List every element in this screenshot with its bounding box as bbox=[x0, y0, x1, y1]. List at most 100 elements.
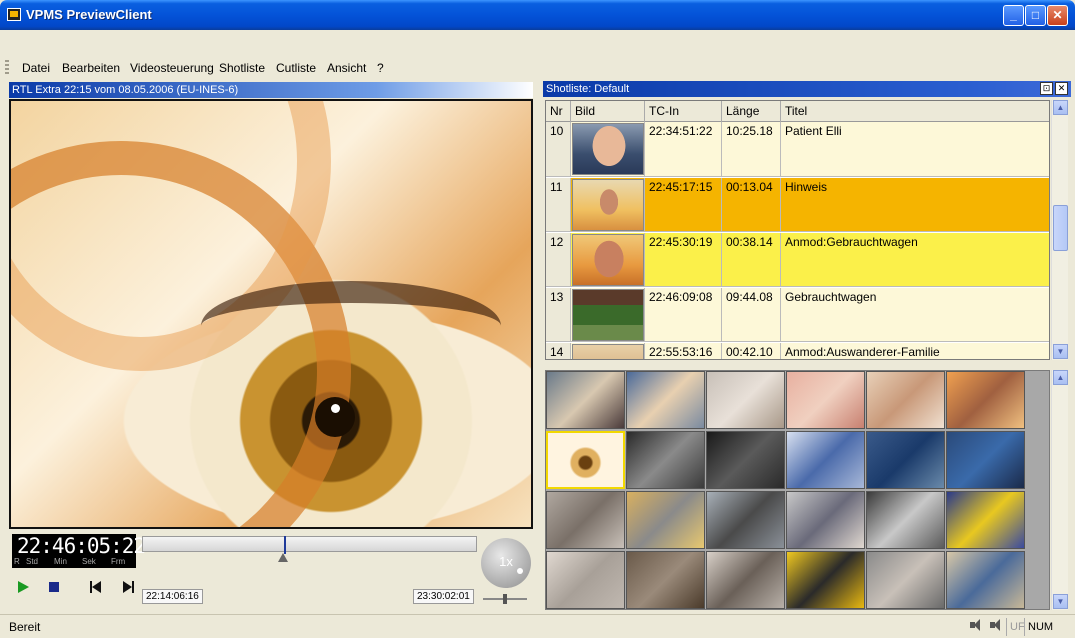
title-bar[interactable]: VPMS PreviewClient _ □ ✕ bbox=[0, 0, 1075, 30]
skip-forward-icon bbox=[122, 581, 134, 593]
status-bar: Bereit UF NUM bbox=[0, 614, 1075, 638]
table-row-highlighted[interactable]: 12 22:45:30:19 00:38.14 Anmod:Gebrauchtw… bbox=[546, 233, 1049, 287]
speaker-muted-icon[interactable] bbox=[988, 618, 1004, 632]
row-nr: 12 bbox=[546, 233, 571, 286]
shotlist-scrollbar[interactable]: ▲ ▼ bbox=[1051, 100, 1068, 360]
position-marker bbox=[284, 536, 286, 554]
cut-thumbnail[interactable] bbox=[866, 491, 945, 549]
cut-thumbnail[interactable] bbox=[946, 371, 1025, 429]
next-button[interactable] bbox=[117, 576, 139, 598]
cut-thumbnail[interactable] bbox=[786, 371, 865, 429]
cut-thumbnail[interactable] bbox=[626, 551, 705, 609]
cut-thumbnail[interactable] bbox=[706, 431, 785, 489]
start-time: 22:14:06:16 bbox=[142, 589, 203, 604]
scroll-down-icon[interactable]: ▼ bbox=[1053, 344, 1068, 359]
position-slider-thumb[interactable] bbox=[278, 553, 288, 562]
speaker-icon[interactable] bbox=[968, 618, 984, 632]
shotlist-panel-title: Shotliste: Default ⊡ ✕ bbox=[543, 81, 1071, 97]
cut-thumbnail[interactable] bbox=[706, 371, 785, 429]
speed-knob[interactable]: 1x bbox=[481, 538, 531, 588]
column-tc-in[interactable]: TC-In bbox=[645, 101, 722, 122]
row-laenge: 00:38.14 bbox=[722, 233, 781, 286]
skip-back-icon bbox=[90, 581, 102, 593]
menu-help[interactable]: ? bbox=[377, 61, 384, 75]
row-tc-in: 22:46:09:08 bbox=[645, 288, 722, 341]
scroll-up-icon[interactable]: ▲ bbox=[1053, 370, 1068, 385]
cut-thumbnail[interactable] bbox=[946, 551, 1025, 609]
shot-thumbnail bbox=[572, 289, 644, 341]
cut-thumbnail[interactable] bbox=[626, 431, 705, 489]
scroll-down-icon[interactable]: ▼ bbox=[1053, 594, 1068, 609]
shotlist-pin-button[interactable]: ⊡ bbox=[1040, 82, 1053, 95]
shotlist-scroll-thumb[interactable] bbox=[1053, 205, 1068, 251]
close-button[interactable]: ✕ bbox=[1047, 5, 1068, 26]
cut-thumbnail[interactable] bbox=[866, 551, 945, 609]
menu-bearbeiten[interactable]: Bearbeiten bbox=[62, 61, 120, 75]
column-bild[interactable]: Bild bbox=[571, 101, 645, 122]
cut-thumbnail[interactable] bbox=[866, 431, 945, 489]
shot-thumbnail bbox=[572, 123, 644, 175]
speed-label: 1x bbox=[499, 554, 513, 569]
window-title: VPMS PreviewClient bbox=[26, 7, 152, 22]
row-tc-in: 22:34:51:22 bbox=[645, 122, 722, 176]
cut-thumbnail[interactable] bbox=[546, 371, 625, 429]
shotlist-title-text: Shotliste: Default bbox=[546, 83, 630, 95]
column-laenge[interactable]: Länge bbox=[722, 101, 781, 122]
minimize-button[interactable]: _ bbox=[1003, 5, 1024, 26]
video-player[interactable] bbox=[9, 99, 533, 529]
maximize-button[interactable]: □ bbox=[1025, 5, 1046, 26]
toolbar-grip-icon[interactable] bbox=[5, 60, 9, 76]
menu-videosteuerung[interactable]: Videosteuerung bbox=[130, 61, 214, 75]
row-titel: Anmod:Gebrauchtwagen bbox=[785, 235, 918, 249]
video-frame-image bbox=[11, 101, 531, 527]
speed-knob-dot bbox=[517, 568, 523, 574]
table-row[interactable]: 13 22:46:09:08 09:44.08 Gebrauchtwagen bbox=[546, 288, 1049, 342]
cut-thumbnail-selected[interactable] bbox=[546, 431, 625, 489]
row-laenge: 00:42.10 bbox=[722, 343, 781, 359]
table-row-selected[interactable]: 11 22:45:17:15 00:13.04 Hinweis bbox=[546, 178, 1049, 232]
menu-datei[interactable]: Datei bbox=[22, 61, 50, 75]
play-button[interactable] bbox=[12, 576, 34, 598]
cut-thumbnail[interactable] bbox=[546, 551, 625, 609]
position-slider[interactable] bbox=[142, 536, 477, 554]
table-row[interactable]: 10 22:34:51:22 10:25.18 Patient Elli bbox=[546, 122, 1049, 177]
scroll-up-icon[interactable]: ▲ bbox=[1053, 100, 1068, 115]
cut-thumbnail[interactable] bbox=[946, 431, 1025, 489]
column-titel[interactable]: Titel bbox=[781, 101, 1049, 122]
menu-shotliste[interactable]: Shotliste bbox=[219, 61, 265, 75]
stop-button[interactable] bbox=[43, 576, 65, 598]
status-num: NUM bbox=[1024, 618, 1056, 636]
cutgrid-scrollbar[interactable]: ▲ ▼ bbox=[1051, 370, 1068, 610]
stop-icon bbox=[49, 582, 59, 592]
shot-thumbnail bbox=[572, 179, 644, 231]
volume-slider[interactable] bbox=[483, 594, 527, 604]
cut-thumbnail[interactable] bbox=[706, 551, 785, 609]
volume-slider-thumb[interactable] bbox=[503, 594, 507, 604]
end-time: 23:30:02:01 bbox=[413, 589, 474, 604]
cut-thumbnail[interactable] bbox=[946, 491, 1025, 549]
column-nr[interactable]: Nr bbox=[546, 101, 571, 122]
menu-bar: Datei Bearbeiten Videosteuerung Shotlist… bbox=[0, 58, 1075, 78]
cut-thumbnail[interactable] bbox=[786, 551, 865, 609]
row-nr: 13 bbox=[546, 288, 571, 341]
cut-thumbnail[interactable] bbox=[626, 491, 705, 549]
previous-button[interactable] bbox=[86, 576, 108, 598]
shotlist-close-button[interactable]: ✕ bbox=[1055, 82, 1068, 95]
cut-thumbnail[interactable] bbox=[546, 491, 625, 549]
menu-cutliste[interactable]: Cutliste bbox=[276, 61, 316, 75]
timecode-display: 22:46:05:22 R Std Min Sek Frm bbox=[12, 534, 146, 568]
cut-thumbnail[interactable] bbox=[706, 491, 785, 549]
shot-thumbnail bbox=[572, 234, 644, 286]
cut-thumbnail[interactable] bbox=[626, 371, 705, 429]
cut-grid[interactable] bbox=[545, 370, 1050, 610]
menu-ansicht[interactable]: Ansicht bbox=[327, 61, 366, 75]
row-nr: 11 bbox=[546, 178, 571, 231]
row-titel: Hinweis bbox=[785, 180, 828, 194]
shotlist-table[interactable]: Nr Bild TC-In Länge Titel 10 22:34:51:22… bbox=[545, 100, 1050, 360]
cut-thumbnail[interactable] bbox=[786, 491, 865, 549]
cut-thumbnail[interactable] bbox=[866, 371, 945, 429]
cut-thumbnail[interactable] bbox=[786, 431, 865, 489]
app-icon bbox=[7, 8, 21, 21]
row-laenge: 00:13.04 bbox=[722, 178, 781, 231]
table-row[interactable]: 14 22:55:53:16 00:42.10 Anmod:Auswandere… bbox=[546, 343, 1049, 359]
